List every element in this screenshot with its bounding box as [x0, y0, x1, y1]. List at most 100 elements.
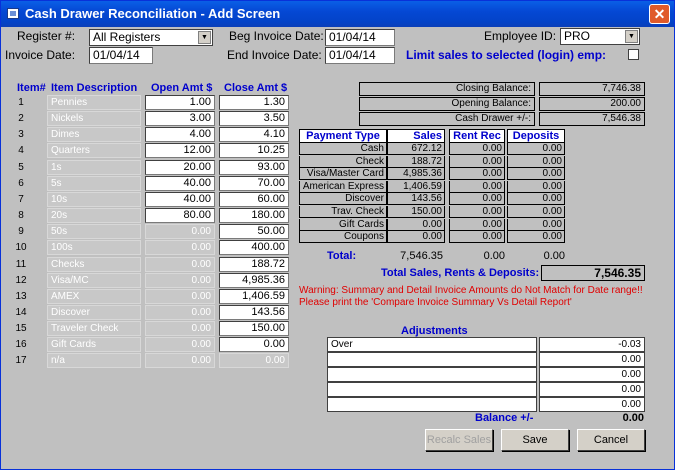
open-amount-field[interactable]: 40.00 — [145, 175, 215, 191]
open-amount-field[interactable]: 80.00 — [145, 208, 215, 224]
adjustment-description-field[interactable] — [327, 367, 537, 382]
item-description: 1s — [47, 159, 141, 175]
rent-rec-cell: 0.00 — [449, 168, 505, 181]
open-amount-field: 0.00 — [145, 321, 215, 337]
item-description: Discover — [47, 304, 141, 320]
total-label: Total: — [327, 250, 357, 262]
save-button[interactable]: Save — [501, 429, 569, 451]
close-amount-field[interactable]: 1,406.59 — [219, 288, 289, 304]
deposits-cell: 0.00 — [507, 218, 565, 231]
close-amount-field[interactable]: 3.50 — [219, 111, 289, 127]
close-amount-field[interactable]: 0.00 — [219, 337, 289, 353]
rent-rec-cell: 0.00 — [449, 231, 505, 244]
col-item-description: Item Description — [51, 82, 138, 94]
adjustment-amount-field[interactable]: 0.00 — [539, 352, 645, 367]
balance-value: 0.00 — [622, 412, 644, 424]
item-number: 9 — [18, 226, 24, 238]
register-select-value: All Registers — [93, 30, 161, 44]
sales-cell: 0.00 — [387, 231, 445, 244]
adjustment-amount-field[interactable]: 0.00 — [539, 367, 645, 382]
sales-cell: 143.56 — [387, 193, 445, 206]
employee-select[interactable]: PRO ▼ — [560, 28, 640, 45]
close-amount-field[interactable]: 4,985.36 — [219, 272, 289, 288]
rent-rec-cell: 0.00 — [449, 180, 505, 193]
sales-cell: 1,406.59 — [387, 180, 445, 193]
close-amount-field[interactable]: 1.30 — [219, 95, 289, 110]
rent-rec-cell: 0.00 — [449, 218, 505, 231]
col-open-amount: Open Amt $ — [151, 82, 213, 94]
total-deposits-value: 0.00 — [543, 250, 565, 262]
deposits-cell: 0.00 — [507, 206, 565, 218]
adjustment-amount-field[interactable]: 0.00 — [539, 397, 645, 412]
close-amount-field[interactable]: 4.10 — [219, 127, 289, 143]
adjustment-description-field[interactable] — [327, 382, 537, 397]
payment-type-cell: American Express — [299, 180, 387, 193]
item-description: Dimes — [47, 127, 141, 143]
adjustment-description-field[interactable] — [327, 397, 537, 412]
adjustment-amount-field[interactable]: -0.03 — [539, 337, 645, 352]
window-icon — [7, 8, 19, 19]
rent-rec-cell: 0.00 — [449, 193, 505, 206]
cancel-button[interactable]: Cancel — [577, 429, 645, 451]
rent-rec-cell: 0.00 — [449, 155, 505, 168]
item-description: Nickels — [47, 111, 141, 127]
close-amount-field[interactable]: 70.00 — [219, 175, 289, 191]
adjustment-amount-field[interactable]: 0.00 — [539, 382, 645, 397]
invoice-date-input[interactable]: 01/04/14 — [89, 47, 153, 64]
open-amount-field[interactable]: 3.00 — [145, 111, 215, 127]
item-number: 15 — [15, 323, 27, 335]
item-description: Visa/MC — [47, 272, 141, 288]
item-description: Pennies — [47, 95, 141, 110]
open-amount-field: 0.00 — [145, 304, 215, 320]
open-amount-field[interactable]: 4.00 — [145, 127, 215, 143]
title-bar: Cash Drawer Reconciliation - Add Screen … — [1, 1, 674, 27]
close-amount-field[interactable]: 143.56 — [219, 304, 289, 320]
close-amount-field: 0.00 — [219, 353, 289, 369]
balance-value: 7,746.38 — [539, 82, 645, 96]
open-amount-field[interactable]: 20.00 — [145, 159, 215, 175]
close-amount-field[interactable]: 150.00 — [219, 321, 289, 337]
balance-value: 200.00 — [539, 97, 645, 111]
limit-sales-checkbox[interactable] — [628, 49, 639, 60]
beg-invoice-input[interactable]: 01/04/14 — [325, 29, 395, 46]
deposits-cell: 0.00 — [507, 180, 565, 193]
payment-type-cell: Discover — [299, 193, 387, 206]
chevron-down-icon[interactable]: ▼ — [198, 31, 211, 44]
close-amount-field[interactable]: 50.00 — [219, 224, 289, 240]
close-amount-field[interactable]: 188.72 — [219, 256, 289, 272]
payment-type-cell: Visa/Master Card — [299, 168, 387, 181]
end-invoice-input[interactable]: 01/04/14 — [325, 47, 395, 64]
item-description: Gift Cards — [47, 337, 141, 353]
chevron-down-icon[interactable]: ▼ — [625, 30, 638, 43]
recalc-sales-button[interactable]: Recalc Sales — [425, 429, 493, 451]
beg-invoice-label: Beg Invoice Date: — [229, 29, 324, 43]
open-amount-field: 0.00 — [145, 240, 215, 256]
close-amount-field[interactable]: 93.00 — [219, 159, 289, 175]
sales-header: Sales — [387, 129, 445, 143]
item-description: 50s — [47, 224, 141, 240]
open-amount-field: 0.00 — [145, 288, 215, 304]
payment-type-cell: Trav. Check — [299, 206, 387, 218]
limit-sales-label: Limit sales to selected (login) emp: — [406, 48, 607, 62]
close-amount-field[interactable]: 60.00 — [219, 191, 289, 207]
open-amount-field: 0.00 — [145, 353, 215, 369]
item-description: Quarters — [47, 143, 141, 159]
close-button[interactable]: ✕ — [649, 4, 670, 24]
adjustment-description-field[interactable] — [327, 352, 537, 367]
item-number: 10 — [15, 242, 27, 254]
adjustment-description-field[interactable]: Over — [327, 337, 537, 352]
item-description: 20s — [47, 208, 141, 224]
register-select[interactable]: All Registers ▼ — [89, 29, 213, 46]
item-description: n/a — [47, 353, 141, 369]
item-number: 14 — [15, 306, 27, 318]
close-amount-field[interactable]: 180.00 — [219, 208, 289, 224]
open-amount-field[interactable]: 40.00 — [145, 191, 215, 207]
close-amount-field[interactable]: 400.00 — [219, 240, 289, 256]
close-amount-field[interactable]: 10.25 — [219, 143, 289, 159]
cash-drawer-window: Cash Drawer Reconciliation - Add Screen … — [0, 0, 675, 470]
open-amount-field[interactable]: 1.00 — [145, 95, 215, 110]
open-amount-field: 0.00 — [145, 224, 215, 240]
balance-label: Opening Balance: — [359, 97, 535, 111]
open-amount-field[interactable]: 12.00 — [145, 143, 215, 159]
item-number: 5 — [18, 161, 24, 173]
